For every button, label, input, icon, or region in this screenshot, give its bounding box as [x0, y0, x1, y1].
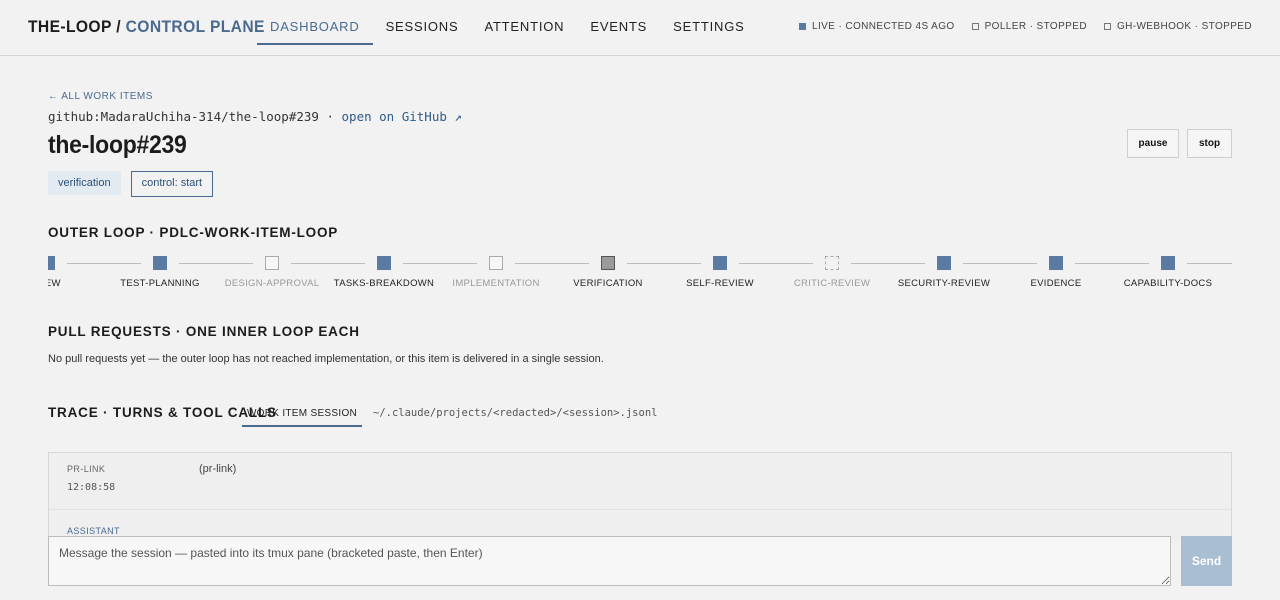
pipeline-stage-design-approval[interactable]: DESIGN-APPROVAL [216, 250, 328, 289]
stage-status-icon [377, 256, 391, 270]
main-nav: DASHBOARD SESSIONS ATTENTION EVENTS SETT… [257, 0, 758, 55]
outer-loop-heading: OUTER LOOP · PDLC-WORK-ITEM-LOOP [48, 225, 339, 240]
work-item-tags: verification control: start [48, 171, 214, 197]
trace-time: 12:08:58 [67, 482, 116, 493]
pipeline-stage-self-review[interactable]: SELF-REVIEW [664, 250, 776, 289]
nav-attention[interactable]: ATTENTION [471, 0, 577, 55]
poller-indicator-icon [971, 23, 979, 30]
session-file-path: ~/.claude/projects/<redacted>/<session>.… [373, 407, 658, 419]
tab-work-item-session[interactable]: WORK ITEM SESSION [242, 400, 362, 427]
brand-secondary: CONTROL PLANE [125, 17, 265, 36]
trace-content: (pr-link) [199, 463, 237, 475]
send-button[interactable]: Send [1181, 536, 1232, 586]
pipeline-stage-capability-docs[interactable]: CAPABILITY-DOCS [1112, 250, 1224, 289]
nav-settings[interactable]: SETTINGS [660, 0, 757, 55]
work-item-source: github:MadaraUchiha-314/the-loop#239 · o… [48, 109, 462, 124]
control-badge: control: start [130, 171, 214, 197]
pause-button[interactable]: pause [1127, 129, 1179, 158]
trace-list[interactable]: PR-LINK 12:08:58 (pr-link) ASSISTANT [48, 452, 1232, 542]
trace-role: PR-LINK [67, 464, 106, 474]
page-title: the-loop#239 [48, 131, 187, 159]
stage-status-icon [601, 256, 615, 270]
brand-separator: / [111, 17, 126, 36]
trace-row[interactable]: PR-LINK 12:08:58 (pr-link) [49, 453, 1231, 510]
stage-status-icon [153, 256, 167, 270]
status-live-label: LIVE · CONNECTED 4S AGO [812, 21, 955, 32]
nav-sessions[interactable]: SESSIONS [373, 0, 472, 55]
pipeline-stage-evidence[interactable]: EVIDENCE [1000, 250, 1112, 289]
nav-dashboard[interactable]: DASHBOARD [257, 0, 373, 45]
pipeline-stage-implementation[interactable]: IMPLEMENTATION [440, 250, 552, 289]
top-bar: THE-LOOP / CONTROL PLANE DASHBOARD SESSI… [0, 0, 1280, 56]
brand-primary: THE-LOOP [28, 17, 112, 36]
stage-status-icon [1049, 256, 1063, 270]
stage-status-icon [489, 256, 503, 270]
stage-status-icon [713, 256, 727, 270]
pipeline-stage-critic-review[interactable]: CRITIC-REVIEW [776, 250, 888, 289]
status-webhook-label: GH-WEBHOOK · STOPPED [1116, 21, 1252, 32]
stage-badge: verification [48, 171, 121, 195]
stage-status-icon [1161, 256, 1175, 270]
status-webhook: GH-WEBHOOK · STOPPED [1103, 21, 1252, 32]
status-poller: POLLER · STOPPED [971, 21, 1087, 32]
nav-events[interactable]: EVENTS [577, 0, 660, 55]
stage-status-icon [265, 256, 279, 270]
live-indicator-icon [799, 23, 806, 30]
pipeline-stage-security-review[interactable]: SECURITY-REVIEW [888, 250, 1000, 289]
stage-label: CAPABILITY-DOCS [1123, 278, 1213, 289]
trace-role: ASSISTANT [67, 526, 120, 536]
message-input[interactable] [48, 536, 1171, 586]
stage-status-icon [48, 256, 55, 270]
pipeline-stage-view[interactable]: VIEW [48, 250, 104, 289]
back-to-work-items-link[interactable]: ← ALL WORK ITEMS [48, 91, 153, 102]
stop-button[interactable]: stop [1187, 129, 1232, 158]
pipeline-stage-verification[interactable]: VERIFICATION [552, 250, 664, 289]
app-brand[interactable]: THE-LOOP / CONTROL PLANE [28, 17, 265, 37]
outer-loop-pipeline: VIEW TEST-PLANNING DESIGN-APPROVAL TASKS-BR… [48, 250, 1232, 295]
status-live: LIVE · CONNECTED 4S AGO [799, 21, 955, 32]
status-indicators: LIVE · CONNECTED 4S AGO POLLER · STOPPED… [799, 21, 1252, 32]
stage-label: TEST-PLANNING [120, 278, 200, 289]
pipeline-stage-tasks-breakdown[interactable]: TASKS-BREAKDOWN [328, 250, 440, 289]
pull-requests-empty-message: No pull requests yet — the outer loop ha… [48, 353, 604, 365]
stage-label: SELF-REVIEW [686, 278, 754, 289]
stage-label: R [1224, 278, 1232, 289]
webhook-indicator-icon [1103, 23, 1111, 30]
pipeline-stage-test-planning[interactable]: TEST-PLANNING [104, 250, 216, 289]
stage-label: SECURITY-REVIEW [897, 278, 991, 289]
pull-requests-heading: PULL REQUESTS · ONE INNER LOOP EACH [48, 324, 360, 339]
open-on-github-link[interactable]: open on GitHub ↗ [342, 109, 462, 124]
source-ref: github:MadaraUchiha-314/the-loop#239 [48, 109, 319, 124]
stage-label: TASKS-BREAKDOWN [333, 278, 435, 289]
stage-label: DESIGN-APPROVAL [224, 278, 320, 289]
stage-status-icon [937, 256, 951, 270]
pipeline-stage-r[interactable]: R [1224, 250, 1232, 289]
stage-label: CRITIC-REVIEW [793, 278, 871, 289]
stage-label: EVIDENCE [1030, 278, 1082, 289]
source-separator: · [318, 109, 342, 124]
stage-label: VERIFICATION [573, 278, 643, 289]
stage-status-icon [825, 256, 839, 270]
stage-label: VIEW [48, 278, 61, 289]
stage-label: IMPLEMENTATION [452, 278, 540, 289]
status-poller-label: POLLER · STOPPED [984, 21, 1087, 32]
